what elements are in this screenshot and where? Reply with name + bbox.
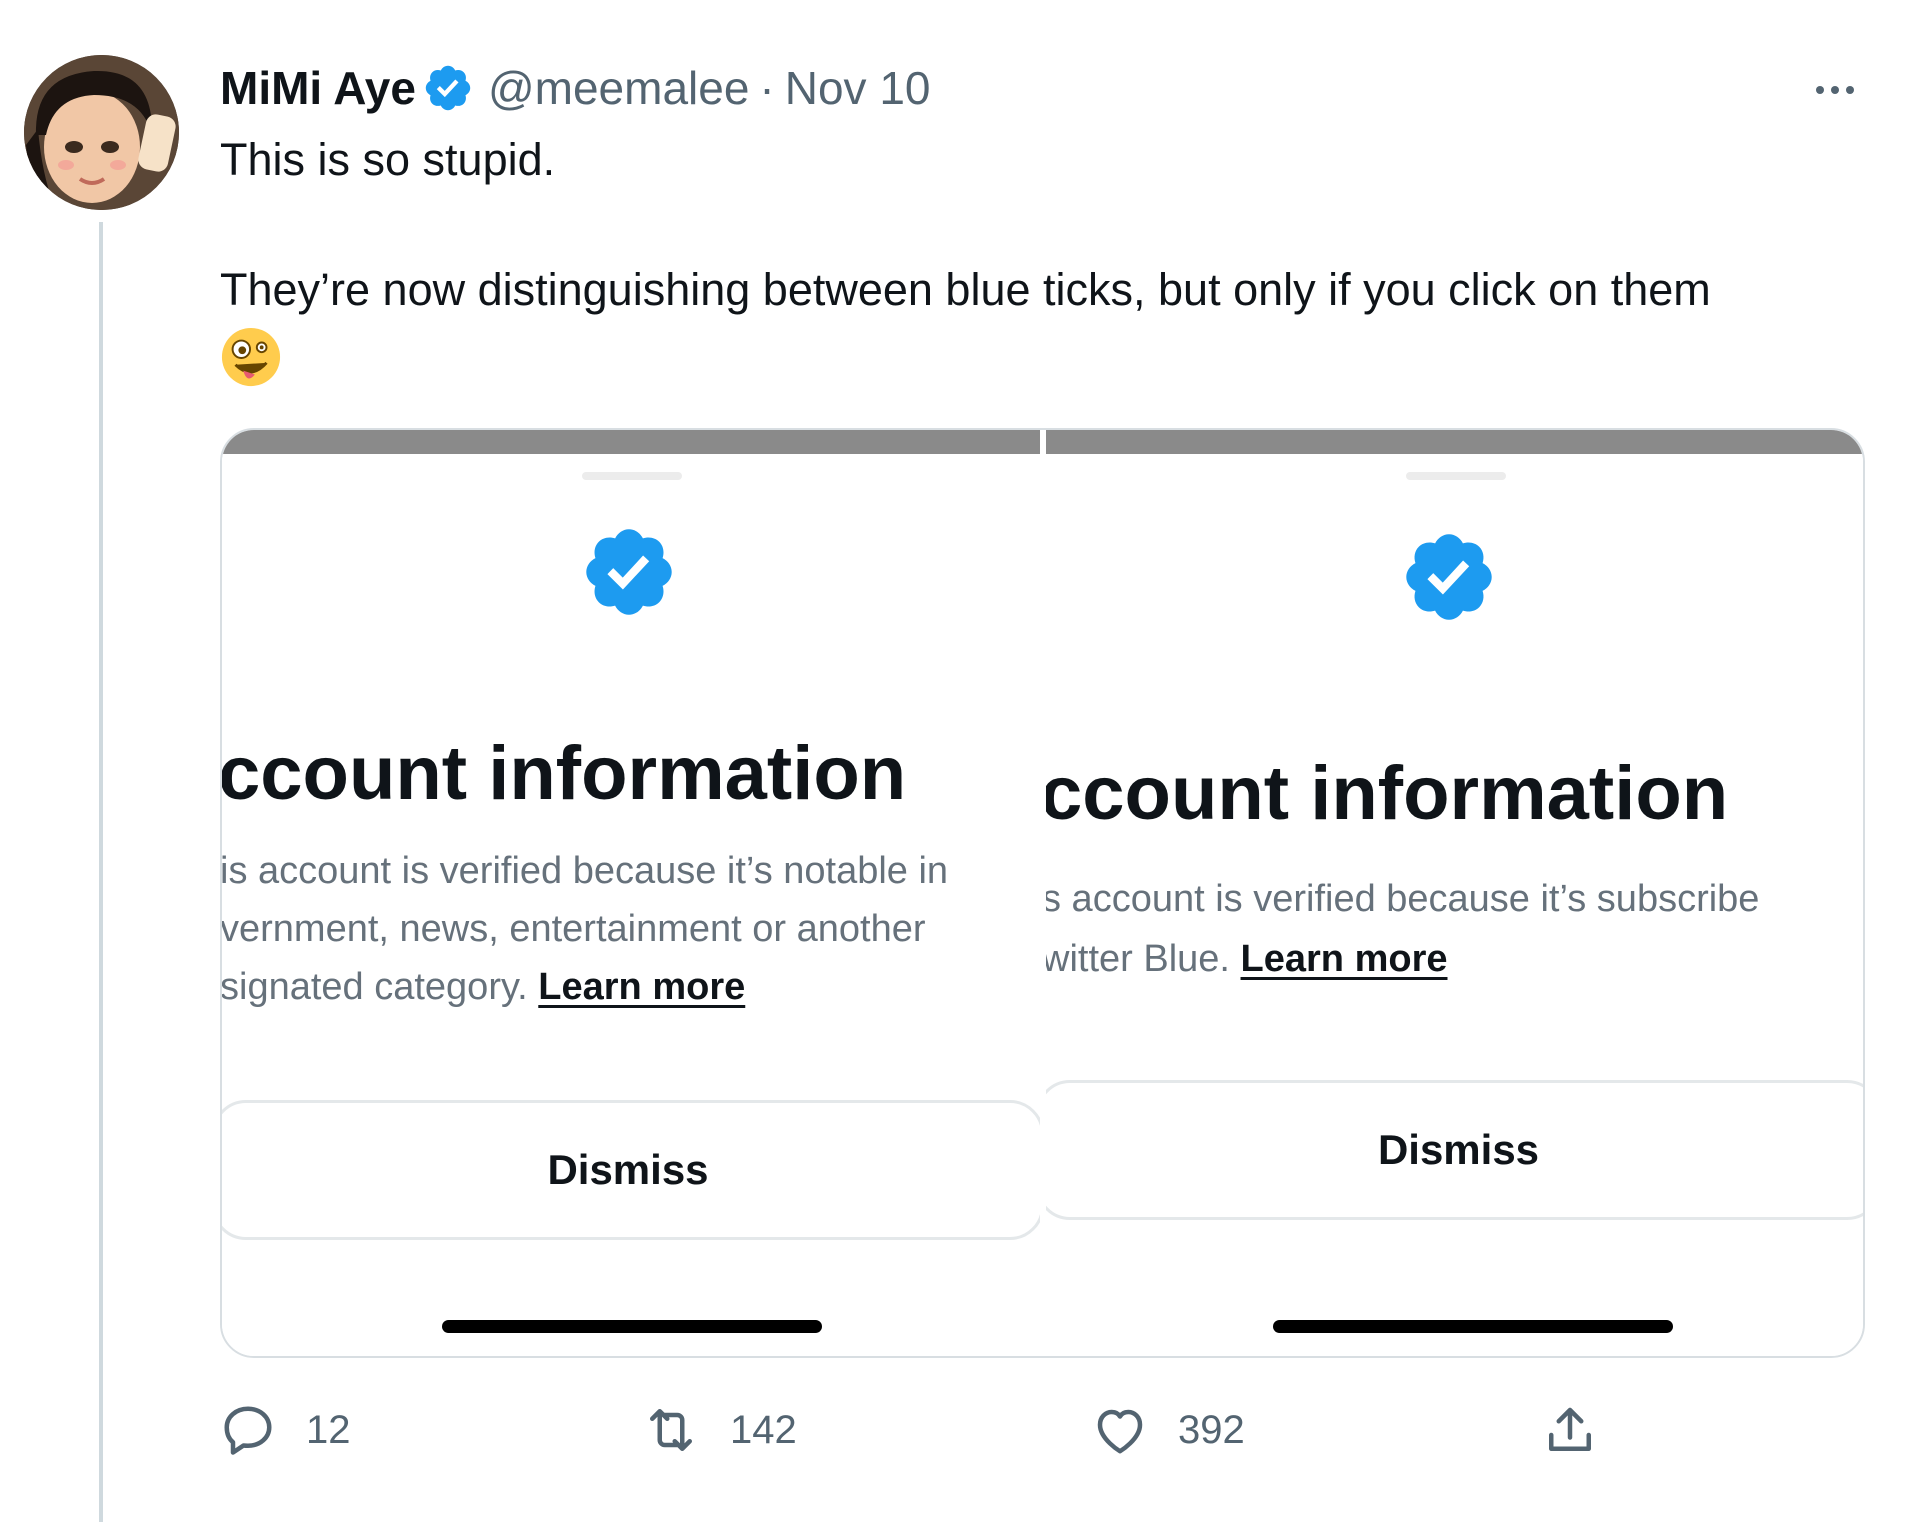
sheet-description-line-1: s account is verified because it’s subsc… xyxy=(1046,878,1760,920)
panel-top-bar xyxy=(222,430,1040,454)
reply-icon[interactable] xyxy=(218,1400,278,1460)
media-panel-left[interactable]: ccount information is account is verifie… xyxy=(222,430,1040,1356)
sheet-title: ccount information xyxy=(222,731,907,816)
tweet-text: This is so stupid. They’re now distingui… xyxy=(220,132,1870,318)
home-indicator xyxy=(442,1320,822,1333)
sheet-description-line-2: vernment, news, entertainment or another xyxy=(222,908,926,950)
separator-dot: · xyxy=(759,62,775,114)
tweet-media[interactable]: ccount information is account is verifie… xyxy=(220,428,1865,1358)
thread-line xyxy=(99,222,103,1522)
share-action[interactable] xyxy=(1540,1400,1628,1460)
avatar-image xyxy=(24,55,179,210)
sheet-description-line-2: witter Blue. Learn more xyxy=(1046,930,1448,988)
reply-count: 12 xyxy=(306,1407,351,1452)
retweet-icon[interactable] xyxy=(640,1400,702,1460)
retweet-action[interactable]: 142 xyxy=(640,1400,797,1460)
reply-action[interactable]: 12 xyxy=(218,1400,351,1460)
like-action[interactable]: 392 xyxy=(1090,1400,1245,1460)
dismiss-button[interactable]: Dismiss xyxy=(222,1100,1040,1240)
verified-badge-icon xyxy=(1406,534,1492,620)
retweet-count: 142 xyxy=(730,1407,797,1452)
author-handle[interactable]: @meemalee xyxy=(488,61,749,115)
tweet-date[interactable]: Nov 10 xyxy=(785,61,931,115)
tweet-text-line-2: They’re now distinguishing between blue … xyxy=(220,264,1711,315)
avatar[interactable] xyxy=(24,55,179,210)
like-count: 392 xyxy=(1178,1407,1245,1452)
media-panel-right[interactable]: ccount information s account is verified… xyxy=(1046,430,1863,1356)
panel-top-bar xyxy=(1046,430,1863,454)
verified-badge-icon xyxy=(586,529,672,615)
sheet-description-line-3: signated category. Learn more xyxy=(222,958,745,1016)
sheet-title: ccount information xyxy=(1046,751,1729,836)
sheet-description-line-1: is account is verified because it’s nota… xyxy=(222,850,949,892)
author-name[interactable]: MiMi Aye xyxy=(220,61,416,115)
share-icon[interactable] xyxy=(1540,1400,1600,1460)
more-options-icon[interactable] xyxy=(1805,60,1865,120)
dismiss-button[interactable]: Dismiss xyxy=(1046,1080,1863,1220)
like-icon[interactable] xyxy=(1090,1400,1150,1460)
home-indicator xyxy=(1273,1320,1673,1333)
tweet-header: MiMi Aye @meemalee · Nov 10 xyxy=(220,58,931,118)
verified-badge-icon[interactable] xyxy=(422,62,474,114)
sheet-description-text: signated category. xyxy=(222,966,528,1008)
sheet-grabber xyxy=(1406,472,1506,480)
tweet-text-line-1: This is so stupid. xyxy=(220,134,556,185)
learn-more-link[interactable]: Learn more xyxy=(1241,938,1448,980)
zany-face-emoji xyxy=(221,327,281,387)
sheet-grabber xyxy=(582,472,682,480)
sheet-description-text: witter Blue. xyxy=(1046,938,1230,980)
learn-more-link[interactable]: Learn more xyxy=(538,966,745,1008)
